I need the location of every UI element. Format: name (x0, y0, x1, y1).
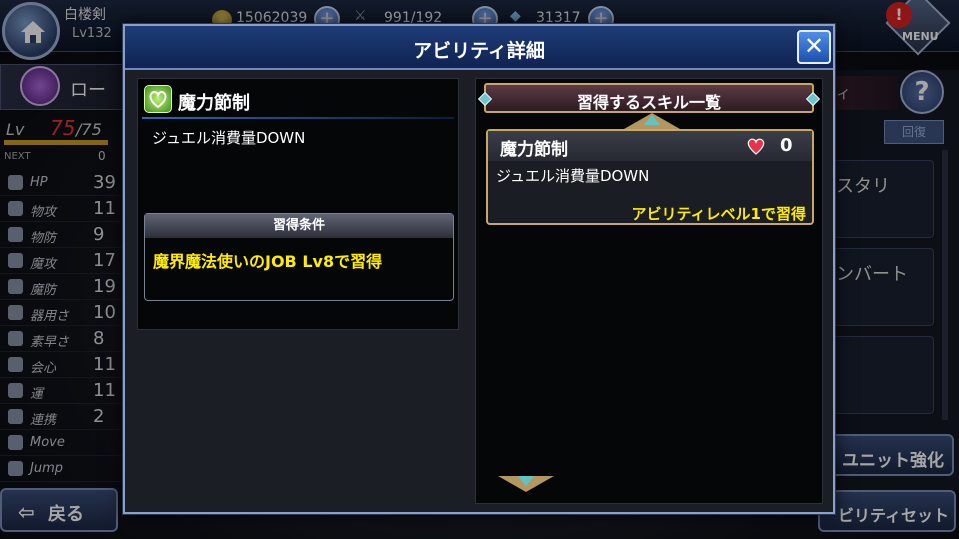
ability-detail-modal: アビリティ詳細 ✕ 魔力節制 ジュエル消費量DOWN 習得条件 魔界魔法使いのJ… (123, 24, 835, 514)
condition-text: 魔界魔法使いのJOB Lv8で習得 (153, 252, 383, 271)
ability-description: ジュエル消費量DOWN (152, 129, 306, 147)
game-screen: 白楼剣 Lv132 15062039 + ⚔ 991/192 + ◆ 31317… (0, 0, 959, 539)
heart-crest-icon (149, 90, 167, 109)
skill-description: ジュエル消費量DOWN (496, 167, 650, 185)
modal-title-bar: アビリティ詳細 ✕ (125, 26, 833, 70)
skill-name: 魔力節制 (500, 140, 568, 160)
condition-box: 習得条件 魔界魔法使いのJOB Lv8で習得 (144, 213, 454, 301)
skill-requirement: アビリティレベル1で習得 (631, 205, 806, 223)
close-button[interactable]: ✕ (797, 30, 831, 64)
skill-cost: 0 (780, 135, 793, 156)
jewel-heart-icon (747, 138, 765, 155)
ability-info-pane: 魔力節制 ジュエル消費量DOWN 習得条件 魔界魔法使いのJOB Lv8で習得 (137, 78, 459, 330)
close-icon: ✕ (803, 32, 825, 60)
skill-list-header: 習得するスキル一覧 (477, 83, 821, 113)
condition-header: 習得条件 (145, 214, 453, 238)
modal-title: アビリティ詳細 (413, 40, 545, 62)
skill-card[interactable]: 魔力節制 0 ジュエル消費量DOWN アビリティレベル1で習得 (486, 129, 814, 225)
skill-list-title: 習得するスキル一覧 (576, 93, 721, 112)
ability-icon (144, 85, 172, 113)
skill-list-pane: 習得するスキル一覧 魔力節制 0 ジュエル消費量DOWN アビリティレベル1で習… (475, 78, 823, 504)
divider (142, 117, 454, 119)
ability-name: 魔力節制 (178, 93, 250, 114)
